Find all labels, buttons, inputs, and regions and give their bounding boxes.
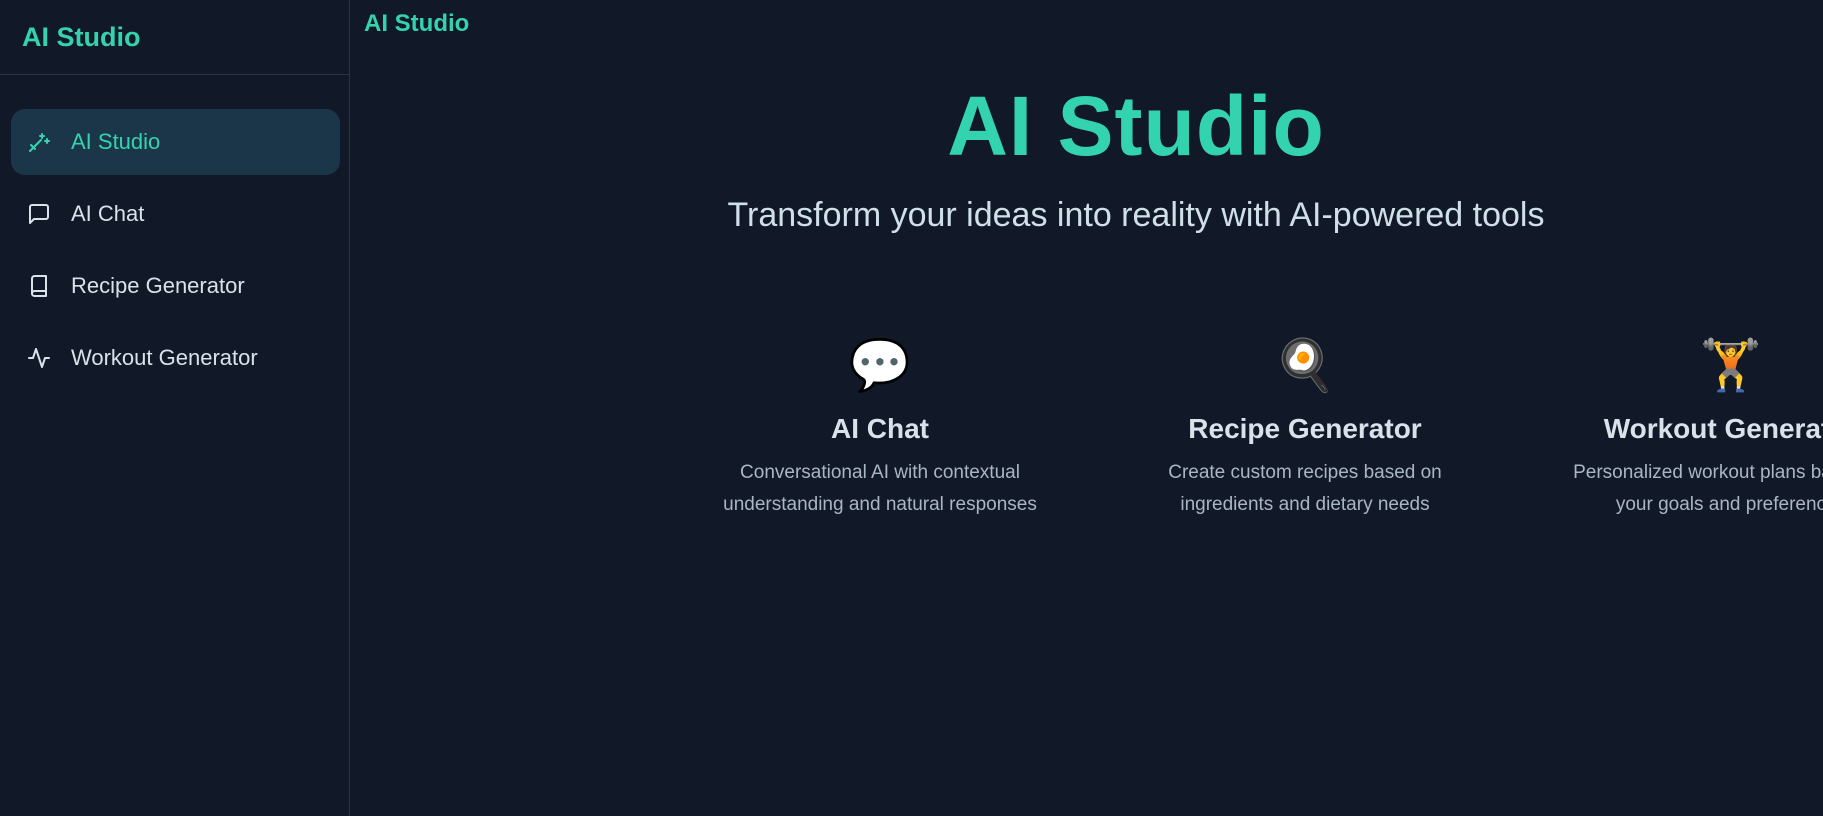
app-window: AI Studio AI Studio AI Chat Recipe Gener…	[0, 0, 1823, 816]
frying-pan-icon: 🍳	[1273, 336, 1337, 394]
chat-bubble-icon	[27, 202, 51, 226]
sidebar-item-ai-studio[interactable]: AI Studio	[11, 109, 340, 175]
hero-title: AI Studio	[947, 79, 1325, 173]
sidebar-item-label: AI Studio	[71, 129, 161, 154]
sidebar-item-label: AI Chat	[71, 201, 145, 226]
hero-subtitle: Transform your ideas into reality with A…	[727, 196, 1545, 234]
sidebar-header: AI Studio	[0, 0, 349, 75]
card-description: Personalized workout plans based on your…	[1573, 462, 1823, 515]
topbar-title: AI Studio	[364, 10, 470, 37]
magic-wand-icon	[27, 130, 51, 154]
sidebar-item-label: Recipe Generator	[71, 273, 245, 298]
card-description: Create custom recipes based on ingredien…	[1168, 462, 1442, 515]
sidebar-nav: AI Studio AI Chat Recipe Generator Worko…	[11, 109, 340, 397]
card-title: Recipe Generator	[1188, 413, 1422, 444]
sidebar-item-label: Workout Generator	[71, 345, 258, 370]
sidebar: AI Studio AI Studio AI Chat Recipe Gener…	[0, 0, 350, 816]
feature-card-ai-chat[interactable]: 💬 AI Chat Conversational AI with context…	[710, 335, 1050, 521]
card-title: Workout Generator	[1603, 413, 1823, 444]
card-title: AI Chat	[831, 413, 929, 444]
sidebar-title[interactable]: AI Studio	[22, 22, 140, 53]
book-icon	[27, 274, 51, 298]
feature-card-recipe-generator[interactable]: 🍳 Recipe Generator Create custom recipes…	[1135, 335, 1475, 521]
sidebar-item-workout-generator[interactable]: Workout Generator	[11, 325, 340, 391]
main-content: AI Studio AI Studio Transform your ideas…	[351, 0, 1823, 816]
sidebar-item-ai-chat[interactable]: AI Chat	[11, 181, 340, 247]
card-description: Conversational AI with contextual unders…	[723, 462, 1037, 515]
sidebar-item-recipe-generator[interactable]: Recipe Generator	[11, 253, 340, 319]
activity-pulse-icon	[27, 346, 51, 370]
weightlifter-icon: 🏋️	[1699, 336, 1763, 394]
feature-card-workout-generator[interactable]: 🏋️ Workout Generator Personalized workou…	[1561, 335, 1823, 521]
speech-bubble-icon: 💬	[848, 336, 912, 394]
